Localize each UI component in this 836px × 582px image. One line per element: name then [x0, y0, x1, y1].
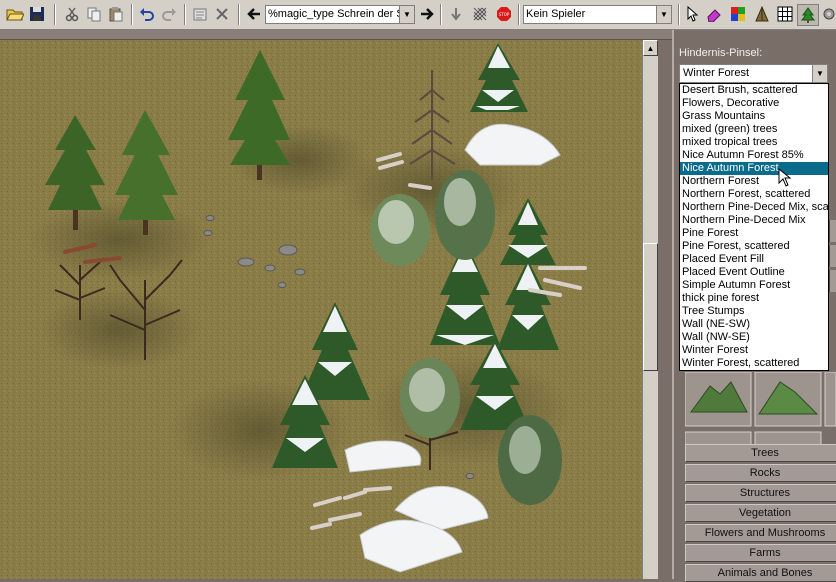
brush-dropdown-list[interactable]: Desert Brush, scattered Flowers, Decorati…	[679, 83, 829, 371]
cut-icon[interactable]	[62, 4, 82, 24]
brush-option[interactable]: Grass Mountains	[680, 110, 828, 123]
script-select-value: %magic_type Schrein der St	[268, 8, 407, 20]
pointer-icon[interactable]	[682, 4, 702, 24]
brush-select[interactable]: Winter Forest ▼	[679, 64, 828, 83]
map-header-strip	[0, 30, 672, 40]
toolbar-separator	[131, 4, 133, 25]
properties-icon[interactable]	[190, 4, 210, 24]
brush-option[interactable]: Nice Autumn Forest	[680, 162, 828, 175]
brush-option[interactable]: Placed Event Fill	[680, 253, 828, 266]
category-farms-button[interactable]: Farms	[685, 544, 836, 562]
category-animals-button[interactable]: Animals and Bones	[685, 564, 836, 582]
category-flowers-button[interactable]: Flowers and Mushrooms	[685, 524, 836, 542]
category-vegetation-button[interactable]: Vegetation	[685, 504, 836, 522]
lower-terrain-icon[interactable]	[446, 4, 466, 24]
script-select[interactable]: %magic_type Schrein der St ▼	[265, 5, 415, 24]
stop-icon[interactable]: STOP	[494, 4, 514, 24]
brush-option[interactable]: Northern Forest, scattered	[680, 188, 828, 201]
open-folder-icon[interactable]	[5, 4, 25, 24]
brush-option[interactable]: Simple Autumn Forest	[680, 279, 828, 292]
mountain-thumbnail[interactable]	[824, 371, 836, 427]
brush-option[interactable]: Northern Pine-Deced Mix, scat	[680, 201, 828, 214]
terrain-canvas[interactable]	[0, 40, 642, 579]
player-select-value: Kein Spieler	[526, 8, 586, 20]
arrow-left-icon[interactable]	[244, 4, 264, 24]
settings-icon[interactable]	[819, 4, 836, 24]
brush-option[interactable]: Pine Forest	[680, 227, 828, 240]
brush-option[interactable]: Desert Brush, scattered	[680, 84, 828, 97]
category-rocks-button[interactable]: Rocks	[685, 464, 836, 482]
brush-option[interactable]: Nice Autumn Forest 85%	[680, 149, 828, 162]
toolbar-separator	[184, 4, 186, 25]
mouse-pointer-icon	[778, 167, 792, 191]
delete-icon[interactable]	[212, 4, 232, 24]
brush-option[interactable]: Pine Forest, scattered	[680, 240, 828, 253]
svg-text:STOP: STOP	[499, 12, 510, 17]
brush-option[interactable]: Wall (NW-SE)	[680, 331, 828, 344]
category-trees-button[interactable]: Trees	[685, 444, 836, 462]
toolbar-separator	[54, 4, 56, 25]
arrow-right-icon[interactable]	[417, 4, 437, 24]
brush-option[interactable]: thick pine forest	[680, 292, 828, 305]
chevron-down-icon[interactable]: ▼	[812, 65, 827, 82]
brush-preview-thumbnails	[684, 371, 836, 453]
brush-label: Hindernis-Pinsel:	[679, 47, 763, 59]
brush-option[interactable]: Northern Pine-Deced Mix	[680, 214, 828, 227]
palette-icon[interactable]	[728, 4, 748, 24]
brush-option[interactable]: Placed Event Outline	[680, 266, 828, 279]
brush-option[interactable]: Northern Forest	[680, 175, 828, 188]
brush-option[interactable]: mixed (green) trees	[680, 123, 828, 136]
pattern-icon[interactable]	[470, 4, 490, 24]
toolbar-separator	[678, 4, 680, 25]
map-view[interactable]	[0, 40, 642, 579]
map-vertical-scrollbar[interactable]: ▲	[642, 40, 658, 579]
brush-option[interactable]: Wall (NE-SW)	[680, 318, 828, 331]
save-icon[interactable]	[27, 4, 47, 24]
hidden-panel-button[interactable]	[829, 270, 836, 292]
copy-icon[interactable]	[84, 4, 104, 24]
brush-option[interactable]: mixed tropical trees	[680, 136, 828, 149]
scrollbar-thumb[interactable]	[643, 243, 658, 371]
toolbar-separator	[518, 4, 520, 25]
category-structures-button[interactable]: Structures	[685, 484, 836, 502]
brush-option[interactable]: Tree Stumps	[680, 305, 828, 318]
chevron-down-icon[interactable]: ▼	[399, 6, 414, 23]
hidden-panel-button[interactable]	[829, 245, 836, 267]
hidden-panel-button[interactable]	[829, 220, 836, 242]
undo-icon[interactable]	[137, 4, 157, 24]
redo-icon[interactable]	[159, 4, 179, 24]
player-select[interactable]: Kein Spieler ▼	[523, 5, 672, 24]
brush-select-value: Winter Forest	[683, 67, 750, 79]
toolbar-separator	[440, 4, 442, 25]
chevron-down-icon[interactable]: ▼	[656, 6, 671, 23]
paste-icon[interactable]	[106, 4, 126, 24]
brush-option[interactable]: Winter Forest, scattered	[680, 357, 828, 370]
brush-option[interactable]: Flowers, Decorative	[680, 97, 828, 110]
eraser-icon[interactable]	[704, 4, 724, 24]
brush-option[interactable]: Winter Forest	[680, 344, 828, 357]
panel-gap	[658, 40, 672, 579]
toolbar-separator	[238, 4, 240, 25]
grid-icon[interactable]	[775, 4, 795, 24]
ground-icon[interactable]	[752, 4, 772, 24]
toolbar: %magic_type Schrein der St ▼ STOP Kein S…	[0, 0, 836, 30]
scroll-up-icon[interactable]: ▲	[643, 40, 658, 56]
tree-brush-icon[interactable]	[797, 4, 819, 26]
